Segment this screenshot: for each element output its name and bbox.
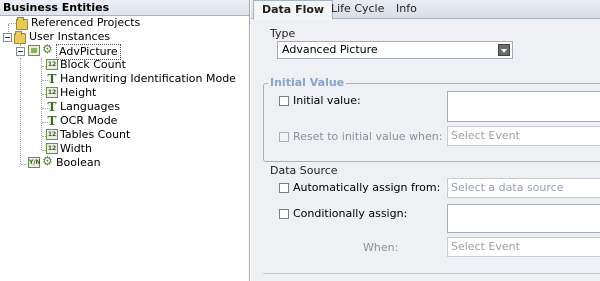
reset-event-select[interactable]: Select Event [447,126,600,146]
text-type-icon: T [47,114,57,128]
tree-node-label: Handwriting Identification Mode [60,72,236,85]
business-entities-panel: Business Entities Referenced Projects Us… [0,0,250,281]
type-select-value: Advanced Picture [282,43,378,56]
conditional-assign-input[interactable] [447,204,600,233]
tab-life-cycle[interactable]: Life Cycle [323,0,392,19]
text-type-icon: T [47,72,57,86]
collapse-toggle-icon[interactable] [3,33,12,42]
tree-node-languages[interactable]: T Languages [0,100,250,114]
tree-node-tables-count[interactable]: 12 Tables Count [0,128,250,142]
tree-node-label: Height [60,86,97,99]
chevron-down-icon[interactable] [498,44,510,56]
gears-icon: ⚙ [42,42,53,56]
initial-value-checkbox[interactable] [279,96,289,106]
type-select[interactable]: Advanced Picture [277,41,513,59]
folder-icon [14,31,26,44]
tree-node-width[interactable]: 12 Width [0,142,250,156]
conditional-assign-label: Conditionally assign: [293,207,408,220]
folder-icon [16,17,28,30]
tab-data-flow[interactable]: Data Flow [253,0,334,20]
reset-initial-value-checkbox[interactable] [279,132,289,142]
conditional-assign-checkbox[interactable] [279,209,289,219]
tree-node-label: Referenced Projects [31,16,141,29]
text-type-icon: T [47,100,57,114]
boolean-type-icon: Y/N [28,157,41,168]
section-divider [263,273,600,274]
tree-node-label: Width [60,142,92,155]
tab-info[interactable]: Info [388,0,425,19]
number-icon: 12 [46,143,58,154]
tree-node-label: OCR Mode [60,114,118,127]
tree-node-label: Tables Count [60,128,131,141]
reset-initial-value-label: Reset to initial value when: [293,130,443,143]
tree-node-height[interactable]: 12 Height [0,86,250,100]
auto-assign-label: Automatically assign from: [293,181,441,194]
number-icon: 12 [46,129,58,140]
tree-node-label: Boolean [56,156,101,169]
picture-icon [28,45,40,56]
when-event-select[interactable]: Select Event [447,237,600,257]
data-source-select[interactable]: Select a data source [447,178,600,198]
tree-node-boolean[interactable]: Y/N ⚙ Boolean [0,154,250,170]
type-section-title: Type [270,27,296,40]
when-label: When: [363,241,399,254]
auto-assign-checkbox[interactable] [279,183,289,193]
properties-panel: Data Flow Life Cycle Info Type Advanced … [251,0,600,281]
initial-value-input[interactable] [447,91,600,122]
gears-icon: ⚙ [42,154,53,168]
tab-bar: Data Flow Life Cycle Info [251,0,600,20]
number-icon: 12 [46,87,58,98]
tree-node-label: Block Count [60,58,126,71]
tree-node-block-count[interactable]: 12 Block Count [0,58,250,72]
initial-value-label: Initial value: [293,94,361,107]
tree-node-ocr-mode[interactable]: T OCR Mode [0,114,250,128]
initial-value-legend: Initial Value [268,76,347,89]
tree-node-handwriting-identification-mode[interactable]: T Handwriting Identification Mode [0,72,250,86]
tree-node-user-instances[interactable]: User Instances [0,30,250,44]
panel-title: Business Entities [0,0,249,16]
tree-node-label: Languages [60,100,121,113]
collapse-toggle-icon[interactable] [16,47,25,56]
tree-node-referenced-projects[interactable]: Referenced Projects [0,16,250,30]
tree-node-advpicture[interactable]: ⚙ AdvPicture [0,42,250,60]
number-icon: 12 [46,59,58,70]
data-source-title: Data Source [270,164,338,177]
